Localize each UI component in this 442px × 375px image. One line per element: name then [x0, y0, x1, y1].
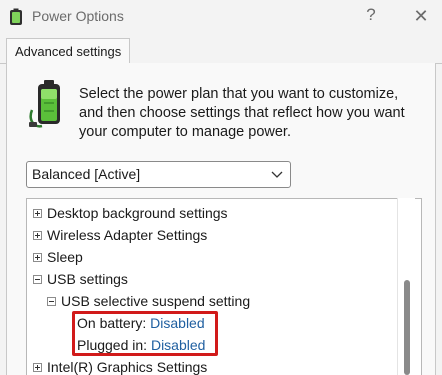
tree-item-usb-settings[interactable]: USB settings [33, 269, 128, 289]
on-battery-label: On battery: [77, 315, 147, 331]
window-title: Power Options [32, 8, 124, 24]
collapse-icon[interactable] [47, 296, 56, 306]
power-plan-selected: Balanced [Active] [32, 166, 141, 182]
tree-item-usb-selective-suspend[interactable]: USB selective suspend setting [47, 291, 250, 311]
collapse-icon[interactable] [33, 274, 42, 284]
power-options-app-icon [10, 8, 22, 25]
close-button[interactable]: ✕ [406, 3, 436, 29]
expand-icon[interactable] [33, 230, 42, 240]
settings-tree: Desktop background settings Wireless Ada… [26, 198, 422, 375]
chevron-down-icon [271, 171, 283, 178]
power-plan-dropdown[interactable]: Balanced [Active] [26, 161, 291, 188]
tab-strip: Advanced settings [0, 34, 442, 65]
tree-item-sleep[interactable]: Sleep [33, 247, 83, 267]
expand-icon[interactable] [33, 362, 42, 372]
expand-icon[interactable] [33, 208, 42, 218]
tree-item-on-battery[interactable]: On battery: Disabled [77, 313, 205, 333]
title-bar: Power Options ? ✕ [0, 0, 442, 34]
plugged-in-label: Plugged in: [77, 337, 148, 353]
expand-icon[interactable] [33, 252, 42, 262]
tree-item-desktop-background[interactable]: Desktop background settings [33, 203, 228, 223]
plugged-in-value[interactable]: Disabled [151, 337, 205, 353]
help-button[interactable]: ? [362, 5, 380, 27]
tree-item-plugged-in[interactable]: Plugged in: Disabled [77, 335, 205, 355]
tree-item-intel-graphics[interactable]: Intel(R) Graphics Settings [33, 357, 207, 375]
tab-advanced-settings[interactable]: Advanced settings [6, 38, 131, 65]
on-battery-value[interactable]: Disabled [150, 315, 204, 331]
battery-plug-icon [29, 80, 60, 128]
intro-description: Select the power plan that you want to c… [79, 86, 405, 140]
tree-item-wireless-adapter[interactable]: Wireless Adapter Settings [33, 225, 207, 245]
tree-scrollbar[interactable] [397, 198, 415, 375]
scrollbar-thumb[interactable] [404, 280, 410, 375]
